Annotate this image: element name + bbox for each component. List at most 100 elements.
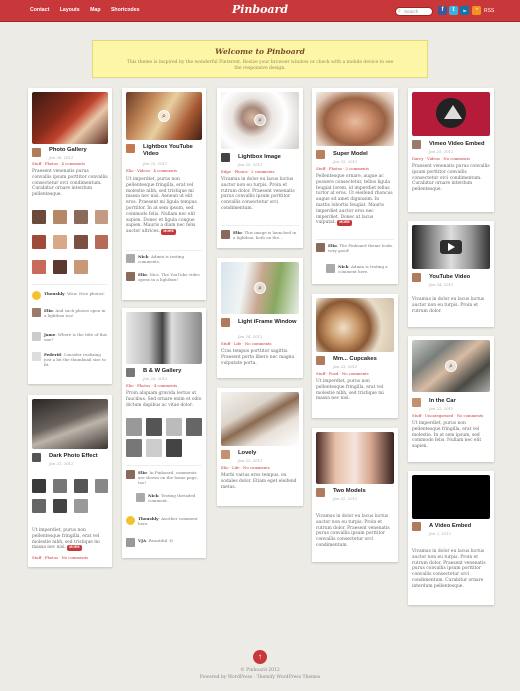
zoom-icon[interactable]: ⌕ (254, 282, 266, 294)
rss-feed-icon[interactable]: ◔ (472, 6, 481, 15)
post-excerpt: Praesent venenatis purus convallis ipsum… (32, 169, 108, 198)
post-meta[interactable]: Elio · Videos · 4 comments (126, 168, 177, 173)
post-title[interactable]: In the Car (429, 398, 456, 405)
more-button[interactable]: MORE (67, 545, 82, 552)
gallery-thumb[interactable] (95, 235, 108, 249)
comment: Federid: Consider realizing just a bit t… (44, 352, 106, 367)
post-meta[interactable]: Darcy · Videos · No comments (412, 156, 470, 161)
avatar (126, 272, 135, 281)
post-title[interactable]: Mm... Cupcakes (333, 356, 377, 363)
avatar (32, 308, 41, 317)
post-title[interactable]: Lightbox Image (238, 154, 281, 161)
gallery-thumb[interactable] (74, 210, 88, 224)
post-date: Jan 26, 2012 (49, 155, 74, 160)
gallery-thumb[interactable] (166, 439, 182, 457)
twitter-icon[interactable]: t (449, 6, 458, 15)
post-title[interactable]: Super Model (333, 151, 368, 158)
gallery-thumb[interactable] (32, 235, 46, 249)
card-lovely: Lovely Jan 22, 2012 Elio · Life · No com… (217, 388, 303, 506)
gallery-thumb[interactable] (146, 439, 162, 457)
gallery-thumb[interactable] (32, 210, 46, 224)
post-meta[interactable]: Stuff · Uncategorized · No comments (412, 413, 483, 418)
more-button[interactable]: MORE (161, 229, 176, 235)
comment: VJA: Beautiful :D (138, 538, 174, 543)
post-title[interactable]: Vimeo Video Embed (429, 141, 485, 148)
dark-photo-image[interactable] (32, 399, 108, 449)
in-the-car-image[interactable]: ⌕ (412, 340, 490, 392)
super-model-image[interactable] (316, 92, 394, 146)
lightbox-image[interactable]: ⌕ (221, 92, 299, 149)
post-title[interactable]: Photo Gallery (49, 147, 87, 154)
post-date: Jan 25, 2012 (238, 162, 263, 167)
gallery-thumb[interactable] (74, 260, 88, 274)
comment: Thoushly: Another comment here. (138, 516, 198, 526)
avatar (221, 318, 230, 327)
gallery-thumb[interactable] (166, 418, 182, 436)
iframe-image[interactable]: ⌕ (221, 262, 299, 314)
post-meta[interactable]: Elio · Photos · 4 comments (126, 383, 177, 388)
comment: Nick: Admin is testing a comment here. (338, 264, 388, 274)
rss-link[interactable]: RSS (484, 8, 494, 14)
gallery-thumb[interactable] (32, 499, 46, 513)
more-button[interactable]: MORE (337, 220, 352, 227)
gallery-thumb[interactable] (32, 260, 46, 274)
gallery-thumb[interactable] (74, 235, 88, 249)
zoom-icon[interactable]: ⌕ (158, 110, 170, 122)
post-meta[interactable]: Stuff · Photos · 4 comments (32, 161, 85, 166)
youtube-player[interactable] (412, 225, 490, 269)
photo-gallery-image[interactable] (32, 92, 108, 144)
zoom-icon[interactable]: ⌕ (445, 360, 457, 372)
divider (126, 250, 202, 251)
vimeo-player[interactable] (412, 92, 490, 136)
gallery-thumb[interactable] (53, 499, 67, 513)
post-title[interactable]: Light iFrame Window (238, 319, 298, 326)
divider (126, 465, 202, 466)
post-excerpt: Pellentesque ornare, augue ac posuere co… (316, 174, 393, 227)
gallery-thumb[interactable] (53, 210, 67, 224)
back-to-top-button[interactable]: ↑ (253, 650, 267, 664)
post-meta[interactable]: Stuff · Photos · No comments (32, 555, 88, 560)
cupcakes-image[interactable] (316, 298, 394, 352)
gallery-thumb[interactable] (32, 479, 46, 493)
gallery-thumb[interactable] (95, 479, 108, 493)
gallery-thumb[interactable] (146, 418, 162, 436)
post-title[interactable]: Lovely (238, 450, 256, 457)
post-date: Jan 23, 2012 (333, 364, 358, 369)
post-title[interactable]: Dark Photo Effect (49, 453, 98, 460)
post-meta[interactable]: Edge · Photos · 2 comments (221, 169, 275, 174)
post-meta[interactable]: Stuff · Food · No comments (316, 371, 369, 376)
gallery-thumb[interactable] (74, 479, 88, 493)
post-date: Jan 25, 2012 (429, 149, 454, 154)
avatar (32, 148, 41, 157)
gallery-thumb[interactable] (53, 479, 67, 493)
post-title[interactable]: Two Models (333, 488, 366, 495)
post-meta[interactable]: Elio · Life · No comments (221, 465, 270, 470)
post-title[interactable]: B & W Gallery (143, 368, 181, 375)
two-models-image[interactable] (316, 432, 394, 484)
gallery-thumb[interactable] (126, 418, 142, 436)
post-meta[interactable]: Stuff · Life · No comments (221, 341, 272, 346)
avatar (221, 450, 230, 459)
lovely-image[interactable] (221, 392, 299, 446)
post-excerpt: Ut imperdiet, purus non pellentesque fri… (316, 379, 384, 402)
gallery-thumb[interactable] (186, 418, 202, 436)
gallery-thumb[interactable] (95, 210, 108, 224)
post-title[interactable]: Lightbox YouTube Video (143, 144, 203, 158)
post-meta[interactable]: Stuff · Photos · 2 comments (316, 166, 369, 171)
gallery-thumb[interactable] (53, 235, 67, 249)
gallery-thumb[interactable] (126, 439, 142, 457)
linkedin-icon[interactable]: in (460, 6, 469, 15)
facebook-icon[interactable]: f (438, 6, 447, 15)
post-date: Jan 21, 2012 (49, 461, 74, 466)
post-title[interactable]: A Video Embed (429, 523, 471, 530)
gallery-thumb[interactable] (53, 260, 67, 274)
post-date: Jan 21, 2012 (333, 496, 358, 501)
post-title[interactable]: YouTube Video (429, 274, 470, 281)
bw-gallery-image[interactable] (126, 312, 202, 364)
card-lightbox-image: ⌕ Lightbox Image Jan 25, 2012 Edge · Pho… (217, 88, 303, 248)
embedded-video-player[interactable] (412, 475, 490, 519)
zoom-icon[interactable]: ⌕ (254, 114, 266, 126)
avatar (32, 352, 41, 361)
gallery-thumb[interactable] (74, 499, 88, 513)
lightbox-youtube-image[interactable]: ⌕ (126, 92, 202, 140)
